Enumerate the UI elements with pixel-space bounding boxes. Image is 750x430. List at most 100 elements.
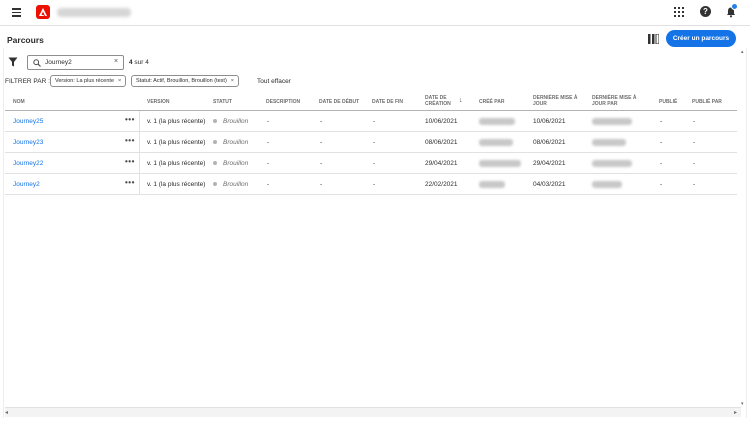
scroll-up-icon[interactable]: ▴ [741, 49, 744, 55]
filter-chip-status[interactable]: Statut: Actif, Brouillon, Brouillon (tes… [131, 75, 240, 87]
col-updated-by[interactable]: DERNIÈRE MISE À JOUR PAR [592, 95, 644, 107]
version-cell: v. 1 (la plus récente) [147, 139, 206, 146]
journey-name-link[interactable]: Journey22 [13, 160, 43, 167]
filter-icon[interactable] [8, 57, 18, 67]
search-icon [33, 59, 41, 67]
status-cell: Brouillon [213, 118, 248, 125]
search-input[interactable] [45, 57, 107, 68]
journey-name-link[interactable]: Journey2 [13, 181, 40, 188]
published-by-cell: - [693, 160, 696, 167]
updated-by-blurred [592, 139, 626, 146]
created-date-cell: 08/06/2021 [425, 139, 458, 146]
created-by-blurred [479, 139, 513, 146]
description-cell: - [267, 181, 270, 188]
search-clear-button[interactable]: × [114, 58, 118, 65]
created-by-blurred [479, 160, 521, 167]
status-dot-icon [213, 182, 217, 187]
status-label: Brouillon [223, 118, 249, 125]
hamburger-icon[interactable] [12, 8, 21, 17]
page-title: Parcours [7, 35, 44, 45]
version-cell: v. 1 (la plus récente) [147, 181, 206, 188]
updated-date-cell: 10/06/2021 [533, 118, 566, 125]
journeys-table: NOM VERSION STATUT DESCRIPTION DATE DE D… [5, 93, 737, 195]
col-published-by[interactable]: PUBLIÉ PAR [692, 99, 722, 105]
journey-name-link[interactable]: Journey25 [13, 118, 43, 125]
top-bar: ? [0, 0, 750, 26]
end-date-cell: - [373, 139, 376, 146]
description-cell: - [267, 118, 270, 125]
chip-remove-icon[interactable]: × [231, 78, 234, 84]
updated-date-cell: 08/06/2021 [533, 139, 566, 146]
col-created-by[interactable]: CRÉÉ PAR [479, 99, 504, 105]
org-name-blurred[interactable] [57, 8, 131, 17]
col-end-date[interactable]: DATE DE FIN [372, 99, 403, 105]
status-cell: Brouillon [213, 139, 248, 146]
filter-chip-label: Statut: Actif, Brouillon, Brouillon (tes… [136, 78, 227, 84]
published-by-cell: - [693, 139, 696, 146]
table-row[interactable]: Journey22 ••• v. 1 (la plus récente) Bro… [5, 153, 737, 174]
search-field[interactable]: × [27, 55, 124, 70]
col-status[interactable]: STATUT [213, 99, 232, 105]
column-divider [139, 132, 140, 153]
status-label: Brouillon [223, 160, 249, 167]
apps-grid-icon[interactable] [674, 7, 684, 17]
version-cell: v. 1 (la plus récente) [147, 118, 206, 125]
status-dot-icon [213, 161, 217, 166]
updated-by-blurred [592, 118, 632, 125]
published-by-cell: - [693, 118, 696, 125]
col-updated[interactable]: DERNIÈRE MISE À JOUR [533, 95, 585, 107]
start-date-cell: - [320, 139, 323, 146]
version-cell: v. 1 (la plus récente) [147, 160, 206, 167]
status-dot-icon [213, 140, 217, 145]
table-row[interactable]: Journey2 ••• v. 1 (la plus récente) Brou… [5, 174, 737, 195]
published-cell: - [660, 181, 663, 188]
filter-by-label: FILTRER PAR : [5, 78, 50, 85]
table-row[interactable]: Journey23 ••• v. 1 (la plus récente) Bro… [5, 132, 737, 153]
published-by-cell: - [693, 181, 696, 188]
column-divider [139, 174, 140, 195]
column-divider [139, 153, 140, 174]
updated-date-cell: 04/03/2021 [533, 181, 566, 188]
more-actions-icon[interactable]: ••• [125, 115, 135, 124]
more-actions-icon[interactable]: ••• [125, 157, 135, 166]
published-cell: - [660, 118, 663, 125]
clear-all-filters-button[interactable]: Tout effacer [257, 78, 291, 85]
columns-icon[interactable] [648, 34, 659, 44]
created-by-blurred [479, 118, 515, 125]
status-cell: Brouillon [213, 181, 248, 188]
col-created-date[interactable]: DATE DE CRÉATION [425, 95, 457, 107]
created-by-blurred [479, 181, 505, 188]
end-date-cell: - [373, 160, 376, 167]
filter-chip-label: Version: La plus récente [55, 78, 115, 84]
status-label: Brouillon [223, 181, 249, 188]
created-date-cell: 10/06/2021 [425, 118, 458, 125]
scroll-right-icon[interactable]: ▸ [734, 409, 737, 416]
help-icon[interactable]: ? [700, 6, 711, 17]
end-date-cell: - [373, 181, 376, 188]
col-description[interactable]: DESCRIPTION [266, 99, 300, 105]
col-published[interactable]: PUBLIÉ [659, 99, 677, 105]
adobe-logo-icon[interactable] [36, 5, 50, 19]
updated-by-blurred [592, 160, 632, 167]
start-date-cell: - [320, 181, 323, 188]
created-date-cell: 29/04/2021 [425, 160, 458, 167]
horizontal-scrollbar[interactable] [5, 407, 741, 417]
more-actions-icon[interactable]: ••• [125, 178, 135, 187]
col-name[interactable]: NOM [13, 99, 25, 105]
col-start-date[interactable]: DATE DE DÉBUT [319, 99, 359, 105]
table-row[interactable]: Journey25 ••• v. 1 (la plus récente) Bro… [5, 111, 737, 132]
filter-chip-version[interactable]: Version: La plus récente × [50, 75, 127, 87]
create-journey-button[interactable]: Créer un parcours [666, 30, 736, 47]
updated-by-blurred [592, 181, 622, 188]
col-version[interactable]: VERSION [147, 99, 170, 105]
chip-remove-icon[interactable]: × [118, 78, 121, 84]
notification-badge [731, 3, 738, 10]
column-divider [139, 111, 140, 132]
scroll-left-icon[interactable]: ◂ [5, 409, 8, 416]
sort-descending-icon[interactable]: ↓ [459, 97, 463, 104]
scroll-down-icon[interactable]: ▾ [741, 401, 744, 407]
status-dot-icon [213, 119, 217, 124]
more-actions-icon[interactable]: ••• [125, 136, 135, 145]
start-date-cell: - [320, 160, 323, 167]
journey-name-link[interactable]: Journey23 [13, 139, 43, 146]
